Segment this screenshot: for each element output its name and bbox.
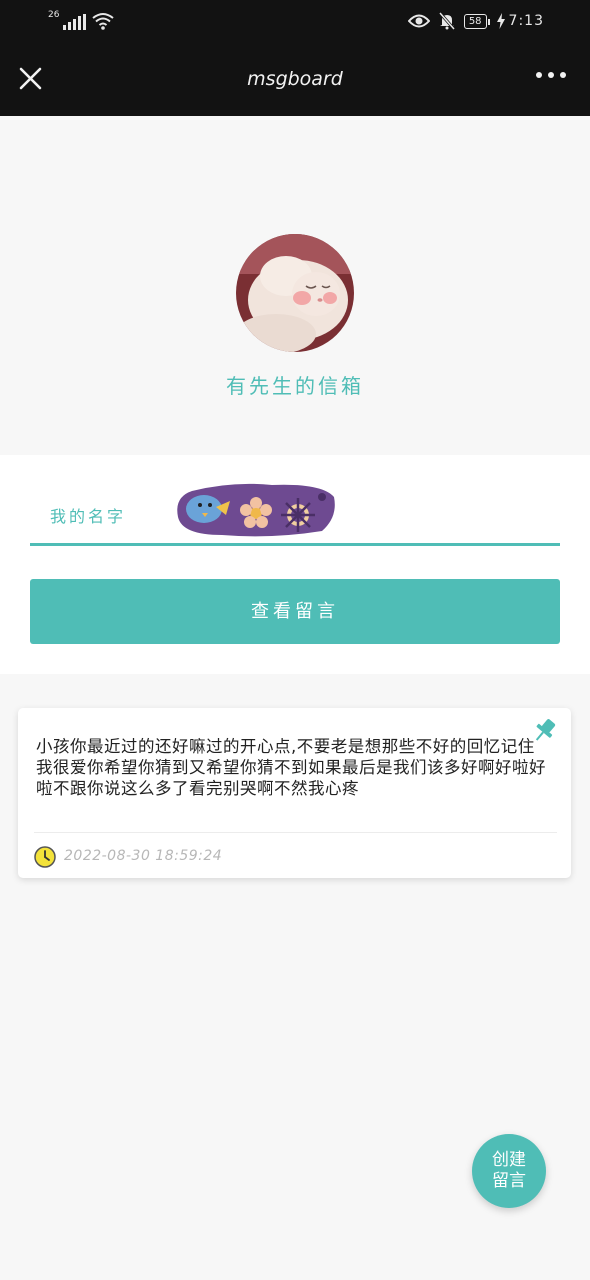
status-right: 58 7:13 (407, 12, 544, 30)
app-bar: msgboard (0, 44, 590, 116)
name-label: 我的名字 (50, 507, 127, 526)
create-label-line2: 留言 (492, 1171, 526, 1191)
more-icon (536, 72, 566, 78)
create-message-button[interactable]: 创建 留言 (472, 1134, 546, 1208)
status-bar: 26 58 7:13 (0, 0, 590, 44)
avatar (236, 234, 354, 352)
eye-icon (407, 14, 430, 28)
network-type: 26 (48, 10, 60, 20)
message-text: 小孩你最近过的还好嘛过的开心点,不要老是想那些不好的回忆记住我很爱你希望你猜到又… (36, 737, 546, 798)
board-title: 有先生的信箱 (226, 374, 364, 398)
view-messages-button[interactable]: 查看留言 (30, 579, 560, 644)
page-title: msgboard (247, 68, 343, 90)
battery-indicator: 58 (463, 13, 490, 29)
create-label-line1: 创建 (492, 1150, 526, 1170)
charging-icon (496, 13, 505, 29)
message-divider (34, 832, 557, 833)
board-header: 有先生的信箱 (0, 116, 590, 454)
clock-icon (34, 846, 56, 868)
message-timestamp: 2022-08-30 18:59:24 (64, 848, 223, 864)
wifi-icon (92, 13, 115, 30)
status-time: 7:13 (508, 13, 544, 29)
signal-icon (63, 14, 87, 30)
status-left: 26 (48, 10, 115, 30)
sticker-image (177, 483, 335, 537)
message-card[interactable]: 小孩你最近过的还好嘛过的开心点,不要老是想那些不好的回忆记住我很爱你希望你猜到又… (18, 708, 571, 878)
form-panel: 我的名字 查看留言 (0, 455, 590, 674)
bell-off-icon (438, 12, 455, 30)
more-button[interactable] (536, 72, 566, 78)
